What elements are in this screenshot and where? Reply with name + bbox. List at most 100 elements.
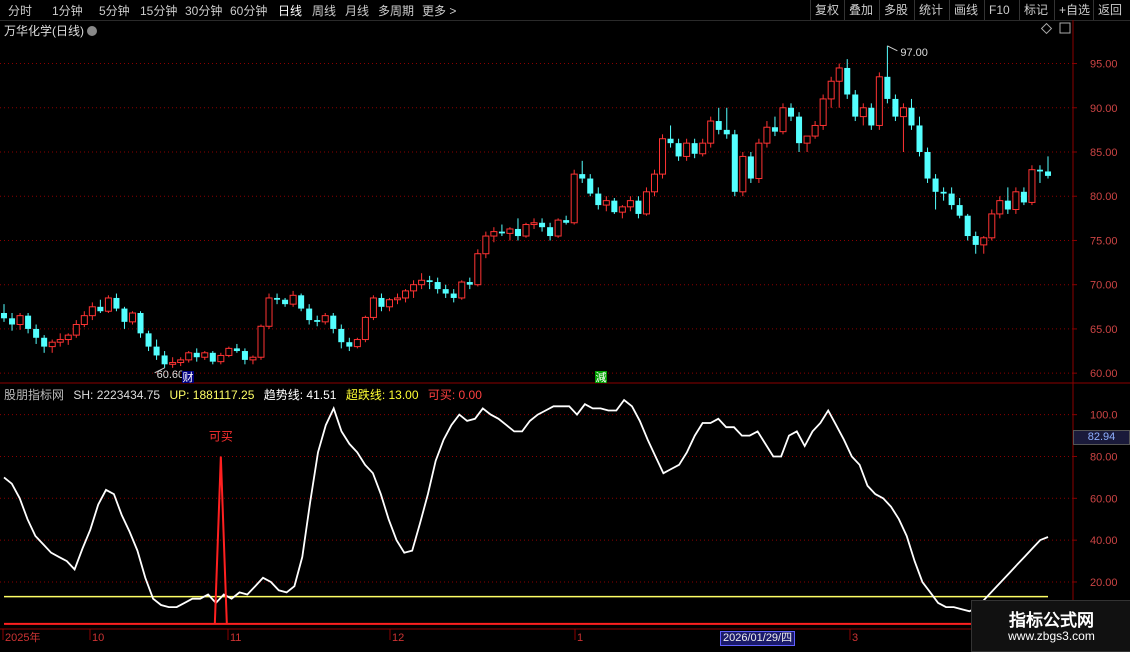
indicator-tick-label: 100.0 bbox=[1090, 410, 1118, 422]
candle-body bbox=[779, 107, 787, 133]
candle-body bbox=[980, 237, 988, 246]
candle-body bbox=[385, 299, 393, 308]
candle-body bbox=[884, 76, 891, 99]
indicator-oversold: 超跌线: 13.00 bbox=[345, 388, 419, 402]
candle-body bbox=[338, 328, 345, 343]
candle-body bbox=[274, 297, 281, 300]
indicator-buy: 可买: 0.00 bbox=[427, 388, 482, 402]
candle-body bbox=[185, 352, 193, 361]
diamond-icon[interactable] bbox=[1040, 22, 1053, 35]
candle-body bbox=[369, 297, 377, 318]
watermark-url: www.zbgs3.com bbox=[1008, 629, 1095, 643]
time-axis-label: 2025年 bbox=[5, 630, 40, 644]
candle-body bbox=[466, 282, 473, 285]
candle-body bbox=[113, 297, 120, 309]
candle-body bbox=[482, 235, 490, 255]
candle-body bbox=[530, 222, 538, 226]
high-price-pointer bbox=[887, 45, 898, 52]
candle-body bbox=[306, 308, 313, 321]
candle-body bbox=[835, 67, 843, 82]
candle-body bbox=[675, 143, 682, 157]
candle-body bbox=[88, 306, 96, 317]
candle-body bbox=[771, 127, 778, 132]
indicator-tick-label: 60.00 bbox=[1090, 493, 1118, 505]
price-tick-label: 70.00 bbox=[1090, 280, 1118, 292]
candle-body bbox=[145, 333, 152, 347]
candle-body bbox=[626, 200, 634, 208]
candle-body bbox=[418, 279, 426, 286]
candle-body bbox=[217, 354, 225, 363]
candle-body bbox=[715, 121, 722, 130]
time-axis-label: 3 bbox=[852, 632, 858, 644]
candle-body bbox=[458, 281, 466, 299]
candle-body bbox=[298, 295, 305, 309]
candle-body bbox=[932, 178, 939, 192]
candle-body bbox=[402, 290, 410, 299]
current-value-badge: 82.94 bbox=[1073, 430, 1130, 445]
high-price-label: 97.00 bbox=[900, 47, 928, 59]
candle-body bbox=[153, 346, 160, 356]
indicator-tick-label: 40.00 bbox=[1090, 535, 1118, 547]
candle-body bbox=[514, 228, 521, 237]
time-axis-label: 1 bbox=[577, 632, 583, 644]
candle-body bbox=[25, 315, 32, 329]
candle-body bbox=[827, 80, 835, 100]
price-tick-label: 95.00 bbox=[1090, 59, 1118, 71]
price-tick-label: 80.00 bbox=[1090, 191, 1118, 203]
maximize-icon[interactable] bbox=[1059, 22, 1071, 34]
candle-body bbox=[64, 334, 72, 341]
price-tick-label: 85.00 bbox=[1090, 147, 1118, 159]
watermark-title: 指标公式网 bbox=[1009, 611, 1094, 630]
candle-body bbox=[97, 306, 104, 312]
candle-body bbox=[0, 313, 8, 319]
candle-body bbox=[859, 107, 867, 118]
candle-body bbox=[899, 107, 907, 118]
candle-body bbox=[522, 224, 530, 237]
candle-body bbox=[1036, 169, 1043, 172]
candle-body bbox=[16, 315, 24, 325]
candle-body bbox=[563, 220, 570, 223]
indicator-trend: 趋势线: 41.51 bbox=[263, 388, 337, 402]
candle-body bbox=[819, 98, 827, 126]
candle-body bbox=[972, 236, 979, 245]
time-axis-label: 10 bbox=[92, 632, 104, 644]
candle-body bbox=[321, 315, 329, 323]
indicator-up: UP: 1881117.25 bbox=[169, 388, 255, 402]
candle-body bbox=[498, 231, 505, 234]
candle-body bbox=[739, 155, 747, 193]
candle-body bbox=[796, 116, 803, 144]
candle-body bbox=[811, 124, 819, 137]
candle-body bbox=[1028, 169, 1036, 203]
candle-body bbox=[699, 142, 707, 155]
indicator-name: 股朋指标网 bbox=[4, 388, 65, 402]
candle-body bbox=[650, 173, 659, 193]
low-price-label: 60.60 bbox=[157, 369, 185, 381]
candle-body bbox=[80, 315, 88, 325]
chart-canvas: 95.00 90.00 85.00 80.00 75.00 70.00 65.00 60.00… bbox=[0, 20, 1130, 650]
cursor-date-label: 2026/01/29/四 bbox=[720, 631, 796, 646]
candle-body bbox=[450, 293, 457, 298]
candle-body bbox=[579, 174, 586, 179]
candle-body bbox=[48, 341, 56, 348]
candle-body bbox=[314, 320, 321, 322]
candle-body bbox=[474, 253, 482, 286]
trend-line bbox=[3, 398, 1049, 613]
candle-body bbox=[875, 76, 883, 126]
indicator-tick-label: 80.00 bbox=[1090, 451, 1118, 463]
candle-body bbox=[72, 324, 80, 336]
candle-body bbox=[683, 142, 691, 157]
candle-body bbox=[249, 356, 257, 361]
candle-body bbox=[233, 348, 240, 352]
candle-body bbox=[602, 200, 610, 206]
candle-body bbox=[361, 316, 369, 341]
candle-body bbox=[121, 308, 128, 322]
candle-body bbox=[868, 107, 875, 126]
candle-body bbox=[788, 107, 795, 117]
candle-body bbox=[1004, 200, 1011, 210]
candle-body bbox=[225, 347, 233, 356]
candle-body bbox=[193, 352, 200, 358]
candle-body bbox=[104, 297, 112, 312]
candle-body bbox=[128, 312, 137, 323]
candle-body bbox=[539, 222, 546, 228]
candle-body bbox=[393, 297, 402, 301]
